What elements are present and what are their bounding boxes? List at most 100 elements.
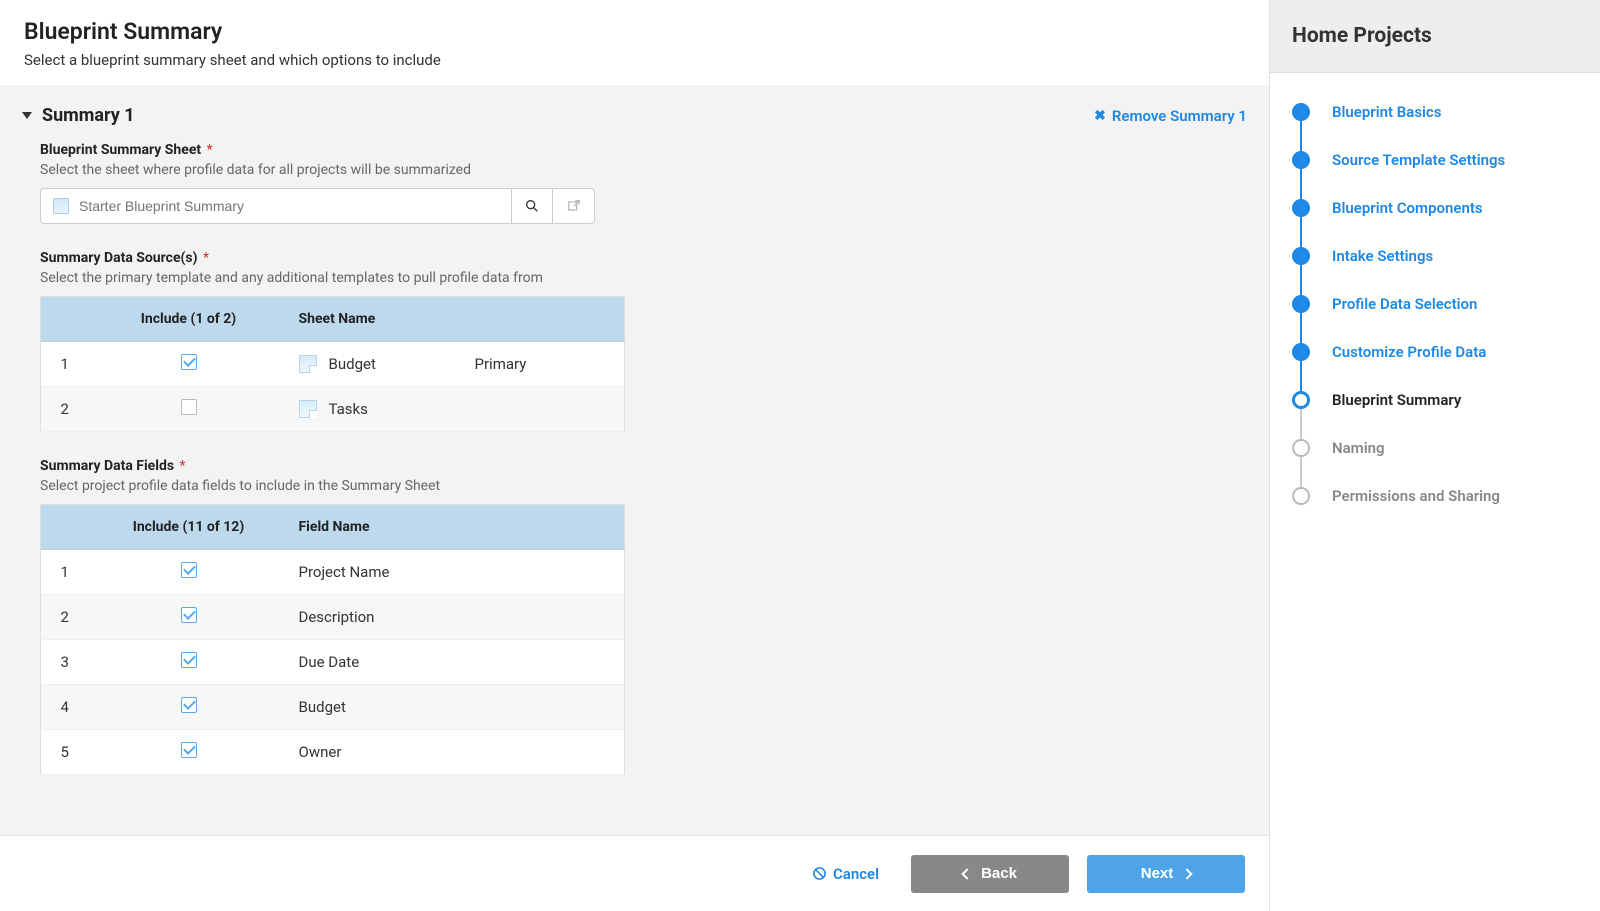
- table-row: 1 Project Name: [41, 550, 625, 595]
- source-status: Primary: [465, 342, 625, 387]
- required-marker: *: [203, 250, 209, 266]
- field-name: Owner: [289, 730, 625, 775]
- step-dot-icon: [1292, 295, 1310, 313]
- page-title: Blueprint Summary: [24, 18, 1245, 45]
- sheet-icon: [299, 400, 317, 418]
- include-checkbox[interactable]: [181, 742, 197, 758]
- chevron-left-icon: [961, 868, 972, 879]
- include-checkbox[interactable]: [181, 354, 197, 370]
- source-status: [465, 387, 625, 432]
- step-label: Source Template Settings: [1332, 151, 1505, 169]
- fields-field-label: Summary Data Fields: [40, 458, 174, 474]
- search-icon: [524, 198, 540, 214]
- page-subtitle: Select a blueprint summary sheet and whi…: [24, 51, 1245, 69]
- summary-sheet-section: Blueprint Summary Sheet * Select the she…: [40, 142, 1247, 224]
- required-marker: *: [207, 142, 213, 158]
- external-link-icon: [566, 198, 582, 214]
- remove-summary-link[interactable]: ✖ Remove Summary 1: [1094, 107, 1247, 125]
- sources-field-help: Select the primary template and any addi…: [40, 270, 1247, 286]
- sheet-name: Tasks: [329, 400, 368, 418]
- wizard-step[interactable]: Intake Settings: [1292, 247, 1578, 295]
- caret-down-icon: [22, 112, 32, 119]
- sources-table: Include (1 of 2) Sheet Name 1 Budget Prima…: [40, 296, 625, 432]
- search-sheet-button[interactable]: [511, 188, 553, 224]
- step-dot-icon: [1292, 199, 1310, 217]
- step-label: Customize Profile Data: [1332, 343, 1486, 361]
- step-dot-icon: [1292, 103, 1310, 121]
- sheet-input-wrapper[interactable]: [40, 188, 511, 224]
- sheet-name-cell: Budget: [299, 355, 455, 373]
- close-icon: ✖: [1094, 108, 1106, 124]
- step-label: Blueprint Summary: [1332, 391, 1461, 409]
- back-label: Back: [981, 865, 1017, 882]
- row-number: 1: [41, 550, 89, 595]
- step-label: Profile Data Selection: [1332, 295, 1477, 313]
- summary-panel-title: Summary 1: [42, 105, 135, 126]
- step-label: Intake Settings: [1332, 247, 1433, 265]
- table-row: 1 Budget Primary: [41, 342, 625, 387]
- step-dot-icon: [1292, 247, 1310, 265]
- page-header: Blueprint Summary Select a blueprint sum…: [0, 0, 1269, 85]
- step-dot-icon: [1292, 343, 1310, 361]
- content-area[interactable]: Summary 1 ✖ Remove Summary 1 Blueprint S…: [0, 85, 1269, 835]
- wizard-step[interactable]: Blueprint Basics: [1292, 103, 1578, 151]
- chevron-right-icon: [1182, 868, 1193, 879]
- sidebar-title: Home Projects: [1292, 24, 1578, 48]
- remove-summary-label: Remove Summary 1: [1112, 107, 1247, 125]
- wizard-step[interactable]: Profile Data Selection: [1292, 295, 1578, 343]
- field-name: Project Name: [289, 550, 625, 595]
- field-name: Description: [289, 595, 625, 640]
- include-checkbox[interactable]: [181, 399, 197, 415]
- back-button[interactable]: Back: [911, 855, 1069, 893]
- cancel-icon: [812, 866, 827, 881]
- data-sources-section: Summary Data Source(s) * Select the prim…: [40, 250, 1247, 432]
- wizard-step[interactable]: Source Template Settings: [1292, 151, 1578, 199]
- step-label: Naming: [1332, 439, 1385, 457]
- sources-col-status: [465, 297, 625, 342]
- step-dot-icon: [1292, 439, 1310, 457]
- wizard-step[interactable]: Permissions and Sharing: [1292, 487, 1578, 505]
- row-number: 1: [41, 342, 89, 387]
- sheet-icon: [53, 198, 69, 214]
- wizard-step[interactable]: Blueprint Summary: [1292, 391, 1578, 439]
- main-column: Blueprint Summary Select a blueprint sum…: [0, 0, 1270, 911]
- sidebar-header: Home Projects: [1270, 0, 1600, 73]
- row-number: 2: [41, 387, 89, 432]
- wizard-step[interactable]: Naming: [1292, 439, 1578, 487]
- include-checkbox[interactable]: [181, 607, 197, 623]
- fields-field-help: Select project profile data fields to in…: [40, 478, 1247, 494]
- fields-col-handle: [41, 505, 89, 550]
- table-row: 5 Owner: [41, 730, 625, 775]
- step-dot-icon: [1292, 487, 1310, 505]
- fields-col-name: Field Name: [289, 505, 625, 550]
- step-dot-icon: [1292, 151, 1310, 169]
- fields-col-include: Include (11 of 12): [89, 505, 289, 550]
- wizard-step[interactable]: Blueprint Components: [1292, 199, 1578, 247]
- cancel-button[interactable]: Cancel: [812, 865, 879, 883]
- row-number: 2: [41, 595, 89, 640]
- sources-col-include: Include (1 of 2): [89, 297, 289, 342]
- table-row: 2 Tasks: [41, 387, 625, 432]
- step-label: Permissions and Sharing: [1332, 487, 1500, 505]
- step-label: Blueprint Components: [1332, 199, 1483, 217]
- sheet-name-cell: Tasks: [299, 400, 455, 418]
- wizard-step[interactable]: Customize Profile Data: [1292, 343, 1578, 391]
- step-list: Blueprint BasicsSource Template Settings…: [1270, 73, 1600, 535]
- field-name: Budget: [289, 685, 625, 730]
- next-button[interactable]: Next: [1087, 855, 1245, 893]
- sheet-name: Budget: [329, 355, 376, 373]
- open-sheet-button[interactable]: [553, 188, 595, 224]
- sources-col-name: Sheet Name: [289, 297, 465, 342]
- include-checkbox[interactable]: [181, 562, 197, 578]
- summary-collapse-toggle[interactable]: Summary 1: [22, 105, 135, 126]
- sources-col-handle: [41, 297, 89, 342]
- row-number: 5: [41, 730, 89, 775]
- include-checkbox[interactable]: [181, 652, 197, 668]
- table-row: 4Budget: [41, 685, 625, 730]
- sheet-name-input[interactable]: [79, 198, 499, 214]
- summary-panel-header: Summary 1 ✖ Remove Summary 1: [22, 105, 1247, 126]
- include-checkbox[interactable]: [181, 697, 197, 713]
- cancel-label: Cancel: [833, 865, 879, 883]
- row-number: 3: [41, 640, 89, 685]
- required-marker: *: [180, 458, 186, 474]
